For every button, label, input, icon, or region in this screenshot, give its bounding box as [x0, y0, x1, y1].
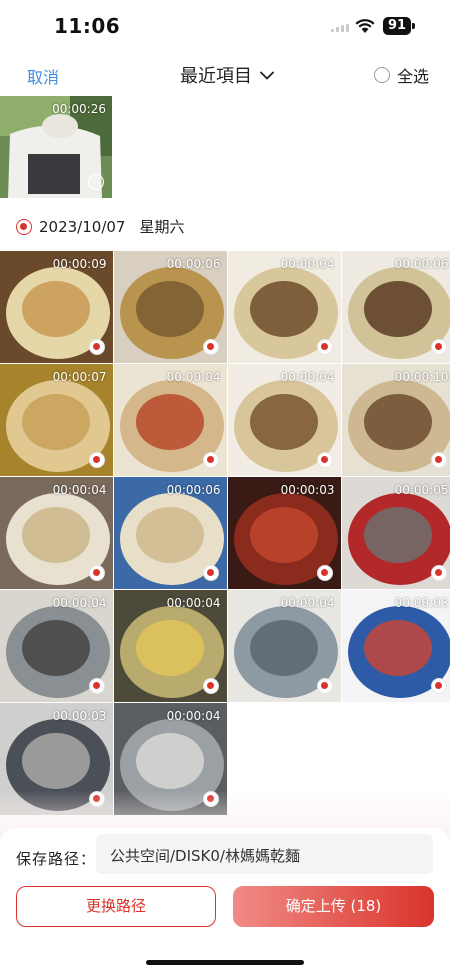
video-duration: 00:00:04: [280, 596, 335, 610]
selection-radio-icon[interactable]: [88, 677, 105, 694]
media-thumbnail[interactable]: 00:00:03: [228, 477, 341, 589]
selection-radio-icon[interactable]: [88, 174, 104, 190]
media-thumbnail[interactable]: 00:00:07: [0, 364, 113, 476]
select-all-toggle[interactable]: 全选: [374, 63, 429, 87]
status-time: 11:06: [54, 14, 121, 38]
select-all-label: 全选: [397, 67, 430, 86]
selection-radio-icon[interactable]: [202, 564, 219, 581]
selection-radio-icon[interactable]: [316, 451, 333, 468]
selection-radio-icon[interactable]: [202, 677, 219, 694]
selection-radio-icon[interactable]: [430, 451, 447, 468]
video-duration: 00:00:03: [394, 596, 449, 610]
video-duration: 00:00:04: [166, 709, 221, 723]
cellular-signal-icon: [331, 24, 349, 32]
date-group-header[interactable]: 2023/10/07 星期六: [16, 216, 184, 237]
change-path-button[interactable]: 更换路径: [16, 886, 216, 927]
video-duration: 00:00:06: [394, 257, 449, 271]
media-thumbnail[interactable]: 00:00:04: [0, 477, 113, 589]
media-thumbnail-top[interactable]: 00:00:26: [0, 96, 112, 198]
date-group-date: 2023/10/07: [39, 217, 126, 236]
media-thumbnail[interactable]: 00:00:04: [114, 590, 227, 702]
save-path-field: 公共空间/DISK0/林媽媽乾麵: [96, 834, 433, 874]
album-selector[interactable]: 最近項目: [180, 62, 274, 88]
video-duration: 00:00:04: [166, 370, 221, 384]
video-duration: 00:00:04: [52, 483, 107, 497]
video-duration: 00:00:10: [394, 370, 449, 384]
media-thumbnail[interactable]: 00:00:04: [114, 364, 227, 476]
video-duration: 00:00:06: [166, 483, 221, 497]
selection-radio-icon[interactable]: [88, 451, 105, 468]
status-bar: 11:06 91: [0, 0, 450, 52]
select-all-radio-icon: [374, 67, 390, 83]
wifi-icon: [355, 19, 375, 33]
selection-radio-icon[interactable]: [88, 564, 105, 581]
selection-radio-icon[interactable]: [202, 338, 219, 355]
video-duration: 00:00:03: [52, 709, 107, 723]
media-thumbnail[interactable]: 00:00:10: [342, 364, 450, 476]
selection-radio-icon[interactable]: [88, 338, 105, 355]
media-grid: 00:00:09 00:00:06 00:00:04 00:00:06 00:00:07…: [0, 251, 450, 815]
top-bar: 取消 最近項目 全选: [0, 52, 450, 96]
video-duration: 00:00:26: [52, 102, 106, 116]
video-duration: 00:00:05: [394, 483, 449, 497]
video-duration: 00:00:03: [280, 483, 335, 497]
video-duration: 00:00:04: [280, 370, 335, 384]
album-title: 最近項目: [180, 66, 252, 87]
chevron-down-icon: [260, 71, 274, 79]
media-thumbnail[interactable]: 00:00:06: [342, 251, 450, 363]
battery-icon: 91: [383, 17, 411, 35]
selection-radio-icon[interactable]: [430, 338, 447, 355]
media-thumbnail[interactable]: 00:00:09: [0, 251, 113, 363]
selection-radio-icon[interactable]: [316, 564, 333, 581]
media-thumbnail[interactable]: 00:00:03: [342, 590, 450, 702]
save-path-label: 保存路径：: [16, 850, 97, 868]
selection-radio-icon[interactable]: [430, 677, 447, 694]
selection-radio-icon[interactable]: [430, 564, 447, 581]
selection-radio-icon[interactable]: [202, 451, 219, 468]
media-thumbnail[interactable]: 00:00:06: [114, 251, 227, 363]
selection-radio-icon[interactable]: [316, 677, 333, 694]
battery-nub: [412, 23, 415, 29]
media-thumbnail[interactable]: 00:00:04: [0, 590, 113, 702]
bottom-panel: 保存路径： 公共空间/DISK0/林媽媽乾麵 更换路径 确定上传 (18): [0, 828, 450, 974]
media-thumbnail[interactable]: 00:00:05: [342, 477, 450, 589]
media-thumbnail[interactable]: 00:00:06: [114, 477, 227, 589]
media-thumbnail[interactable]: 00:00:04: [228, 251, 341, 363]
home-indicator: [146, 960, 304, 965]
date-group-radio-icon[interactable]: [16, 218, 32, 235]
media-thumbnail[interactable]: 00:00:04: [228, 590, 341, 702]
save-path-value: 公共空间/DISK0/林媽媽乾麵: [110, 847, 300, 865]
cancel-button[interactable]: 取消: [27, 64, 59, 88]
media-thumbnail[interactable]: 00:00:04: [228, 364, 341, 476]
confirm-upload-button[interactable]: 确定上传 (18): [233, 886, 434, 927]
date-group-weekday: 星期六: [139, 218, 185, 236]
video-duration: 00:00:04: [52, 596, 107, 610]
video-duration: 00:00:09: [52, 257, 107, 271]
video-duration: 00:00:04: [280, 257, 335, 271]
selection-radio-icon[interactable]: [316, 338, 333, 355]
video-duration: 00:00:04: [166, 596, 221, 610]
video-duration: 00:00:07: [52, 370, 107, 384]
video-duration: 00:00:06: [166, 257, 221, 271]
